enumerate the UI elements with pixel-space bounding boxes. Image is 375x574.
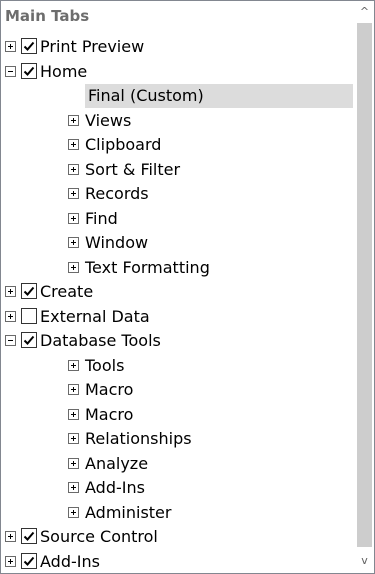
tree-tab-item[interactable]: External Data <box>1 305 351 329</box>
expand-plus-icon[interactable] <box>68 164 79 175</box>
tree-item-label: Relationships <box>85 429 192 448</box>
expand-plus-icon[interactable] <box>68 433 79 444</box>
tree-tab-item[interactable]: Source Control <box>1 525 351 549</box>
tree-group-item[interactable]: Tools <box>1 354 351 378</box>
expand-plus-icon[interactable] <box>5 531 16 542</box>
tree-item-label: Macro <box>85 380 134 399</box>
tree-item-label: External Data <box>40 307 150 326</box>
tree-group-item[interactable]: Administer <box>1 501 351 525</box>
tree-item-label: Administer <box>85 503 172 522</box>
checkbox-checked[interactable] <box>21 528 37 544</box>
tree-item-label: Analyze <box>85 454 149 473</box>
checkbox-checked[interactable] <box>21 63 37 79</box>
tree-item-label: Find <box>85 209 118 228</box>
checkbox-checked[interactable] <box>21 332 37 348</box>
tree-group-item[interactable]: Final (Custom) <box>1 84 351 108</box>
tree-group-item[interactable]: Views <box>1 109 351 133</box>
tree-item-label: Records <box>85 184 149 203</box>
expand-plus-icon[interactable] <box>68 507 79 518</box>
tree-tab-item[interactable]: Database Tools <box>1 329 351 353</box>
customize-ribbon-tree: Main Tabs Print Preview Home Final (Custom… <box>0 0 375 574</box>
tree-item-label: Window <box>85 233 149 252</box>
tree-group-item[interactable]: Add-Ins <box>1 476 351 500</box>
expand-plus-icon[interactable] <box>68 482 79 493</box>
tree-item-label: Tools <box>85 356 125 375</box>
checkmark-icon <box>23 286 35 296</box>
tree-group-item[interactable]: Find <box>1 207 351 231</box>
checkbox-checked[interactable] <box>21 553 37 569</box>
scroll-down-arrow-icon[interactable]: v <box>355 551 374 571</box>
expand-plus-icon[interactable] <box>68 213 79 224</box>
tree-group-item[interactable]: Macro <box>1 378 351 402</box>
tree-item-label: Print Preview <box>40 37 145 56</box>
tree-item-label: Create <box>40 282 94 301</box>
expand-plus-icon[interactable] <box>68 139 79 150</box>
tree-item-label: Source Control <box>40 527 158 546</box>
expand-plus-icon[interactable] <box>68 237 79 248</box>
collapse-minus-icon[interactable] <box>5 335 16 346</box>
tree-tab-item[interactable]: Add-Ins <box>1 550 351 573</box>
expand-plus-icon[interactable] <box>5 311 16 322</box>
scrollbar-thumb[interactable] <box>357 23 372 547</box>
expand-plus-icon[interactable] <box>68 115 79 126</box>
scroll-up-arrow-icon[interactable]: ^ <box>355 2 374 22</box>
checkmark-icon <box>23 66 35 76</box>
tree-group-item[interactable]: Macro <box>1 403 351 427</box>
expand-plus-icon[interactable] <box>68 458 79 469</box>
expand-plus-icon[interactable] <box>68 360 79 371</box>
checkbox-unchecked[interactable] <box>21 308 37 324</box>
tree-group-item[interactable]: Clipboard <box>1 133 351 157</box>
tree-group-item[interactable]: Sort & Filter <box>1 158 351 182</box>
tree-item-label: Sort & Filter <box>85 160 181 179</box>
tree-tab-item[interactable]: Home <box>1 60 351 84</box>
expand-plus-icon[interactable] <box>5 41 16 52</box>
checkmark-icon <box>23 556 35 566</box>
expand-plus-icon[interactable] <box>68 384 79 395</box>
tree-group-item[interactable]: Text Formatting <box>1 256 351 280</box>
tree-item-label: Add-Ins <box>40 552 100 571</box>
tree-item-label: Macro <box>85 405 134 424</box>
checkmark-icon <box>23 41 35 51</box>
tree-item-label: Final (Custom) <box>88 86 204 105</box>
expand-plus-icon[interactable] <box>68 409 79 420</box>
tree-tab-item[interactable]: Print Preview <box>1 35 351 59</box>
expand-plus-icon[interactable] <box>5 286 16 297</box>
tree-group-item[interactable]: Analyze <box>1 452 351 476</box>
tree-group-item[interactable]: Records <box>1 182 351 206</box>
tree-item-label: Database Tools <box>40 331 161 350</box>
tree-item-label: Add-Ins <box>85 478 145 497</box>
checkbox-checked[interactable] <box>21 38 37 54</box>
tree-header: Main Tabs <box>5 7 90 25</box>
checkbox-checked[interactable] <box>21 283 37 299</box>
tree-group-item[interactable]: Relationships <box>1 427 351 451</box>
tree-item-label: Home <box>40 62 88 81</box>
tree-group-item[interactable]: Window <box>1 231 351 255</box>
tree-item-label: Text Formatting <box>85 258 210 277</box>
vertical-scrollbar[interactable]: ^ v <box>355 1 374 573</box>
tree-item-label: Clipboard <box>85 135 162 154</box>
collapse-minus-icon[interactable] <box>5 66 16 77</box>
expand-plus-icon[interactable] <box>68 262 79 273</box>
tree-item-label: Views <box>85 111 132 130</box>
expand-plus-icon[interactable] <box>5 556 16 567</box>
tree-tab-item[interactable]: Create <box>1 280 351 304</box>
expand-plus-icon[interactable] <box>68 188 79 199</box>
checkmark-icon <box>23 335 35 345</box>
checkmark-icon <box>23 531 35 541</box>
